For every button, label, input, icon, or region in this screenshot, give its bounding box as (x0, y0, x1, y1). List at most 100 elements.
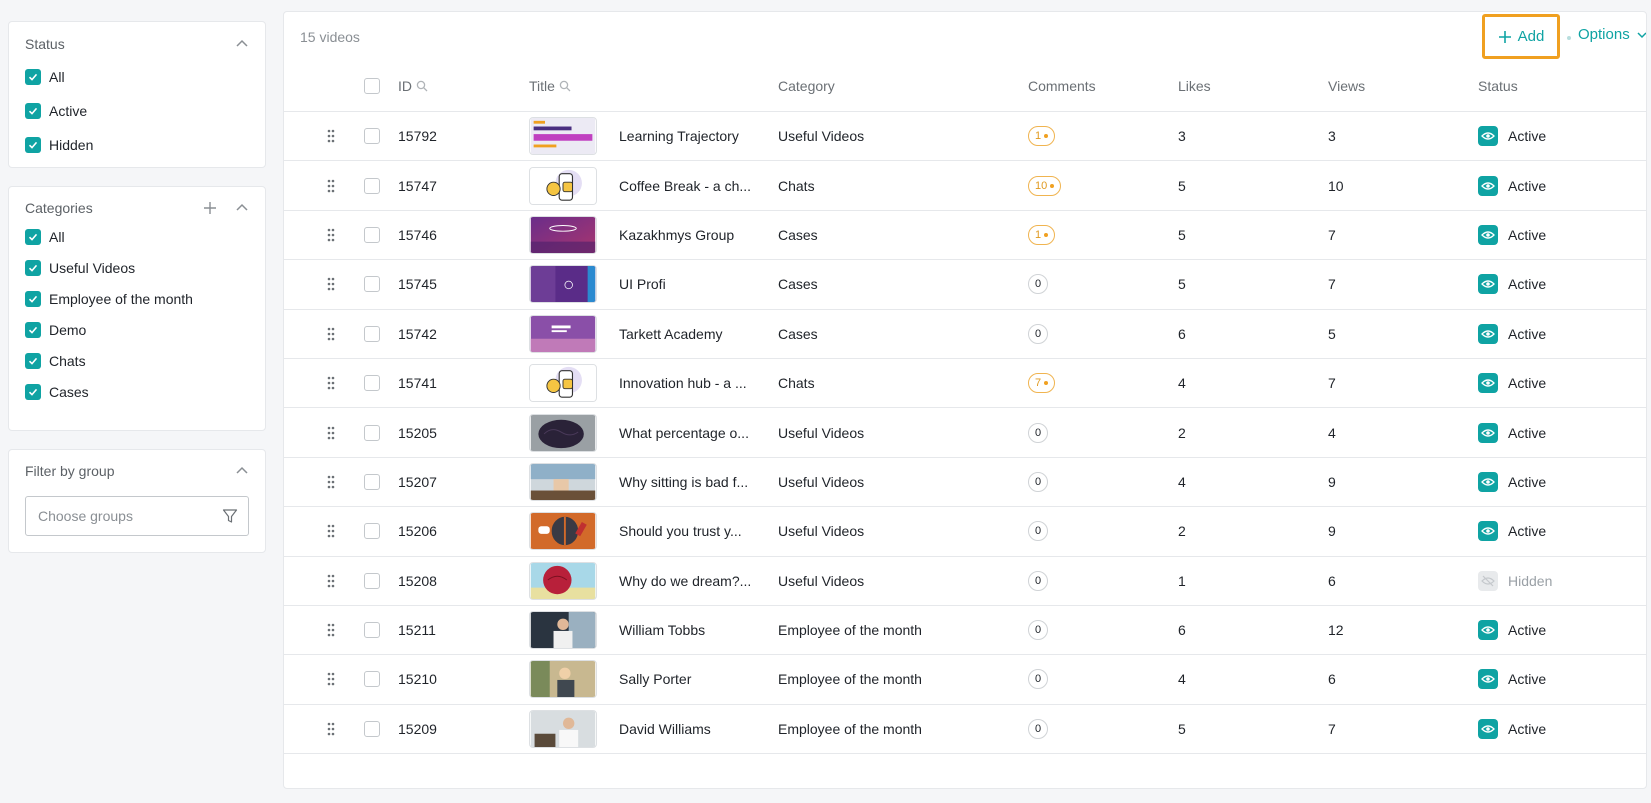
comments-badge[interactable]: 10 (1028, 175, 1062, 196)
row-checkbox[interactable] (364, 375, 380, 392)
header-views[interactable]: Views (1328, 78, 1478, 94)
comments-badge[interactable]: 0 (1028, 570, 1048, 591)
row-title[interactable]: What percentage o... (619, 425, 778, 441)
drag-handle[interactable] (284, 623, 364, 637)
comments-badge[interactable]: 0 (1028, 620, 1048, 641)
video-thumbnail[interactable] (529, 215, 597, 254)
category-option[interactable]: Employee of the month (9, 283, 265, 314)
category-checkbox[interactable] (25, 352, 41, 369)
status-checkbox[interactable] (25, 69, 41, 85)
comments-badge[interactable]: 7 (1028, 373, 1056, 394)
chevron-up-icon[interactable] (235, 464, 249, 478)
status-option[interactable]: Active (9, 94, 265, 128)
options-button[interactable]: Options (1578, 26, 1646, 43)
header-comments[interactable]: Comments (1028, 78, 1178, 94)
table-row[interactable]: 15741 Innovation hub - a ... Chats 7 4 7 Activ… (284, 359, 1646, 409)
comments-badge[interactable]: 1 (1028, 224, 1056, 245)
row-title[interactable]: Why sitting is bad f... (619, 474, 778, 490)
category-option[interactable]: Demo (9, 314, 265, 345)
row-title[interactable]: Innovation hub - a ... (619, 375, 778, 391)
category-option[interactable]: Chats (9, 345, 265, 376)
table-row[interactable]: 15206 Should you trust y... Useful Videos 0… (284, 507, 1646, 557)
status-option[interactable]: All (9, 60, 265, 94)
drag-handle[interactable] (284, 426, 364, 440)
row-checkbox[interactable] (364, 622, 380, 639)
drag-handle[interactable] (284, 327, 364, 341)
row-title[interactable]: UI Profi (619, 276, 778, 292)
table-row[interactable]: 15208 Why do we dream?... Useful Videos 0 1 6… (284, 557, 1646, 606)
row-title[interactable]: Should you trust y... (619, 523, 778, 539)
row-title[interactable]: Tarkett Academy (619, 326, 778, 342)
status-checkbox[interactable] (25, 103, 41, 119)
eye-icon[interactable] (1478, 373, 1498, 394)
category-checkbox[interactable] (25, 228, 41, 245)
row-title[interactable]: Sally Porter (619, 671, 778, 687)
row-title[interactable]: Kazakhmys Group (619, 227, 778, 243)
comments-badge[interactable]: 0 (1028, 323, 1048, 344)
chevron-up-icon[interactable] (235, 37, 249, 51)
category-option[interactable]: Cases (9, 376, 265, 407)
row-title[interactable]: Why do we dream?... (619, 573, 778, 589)
row-checkbox[interactable] (364, 177, 380, 194)
video-thumbnail[interactable] (529, 512, 597, 551)
video-thumbnail[interactable] (529, 314, 597, 353)
row-title[interactable]: William Tobbs (619, 622, 778, 638)
status-option[interactable]: Hidden (9, 128, 265, 162)
table-row[interactable]: 15210 Sally Porter Employee of the month 0 4… (284, 655, 1646, 705)
category-option[interactable]: All (9, 221, 265, 252)
drag-handle[interactable] (284, 722, 364, 736)
row-checkbox[interactable] (364, 523, 380, 540)
comments-badge[interactable]: 0 (1028, 669, 1048, 690)
video-thumbnail[interactable] (529, 265, 597, 304)
video-thumbnail[interactable] (529, 561, 597, 600)
eye-icon[interactable] (1478, 521, 1498, 542)
category-checkbox[interactable] (25, 383, 41, 400)
table-row[interactable]: 15207 Why sitting is bad f... Useful Video… (284, 458, 1646, 508)
comments-badge[interactable]: 0 (1028, 274, 1048, 295)
row-checkbox[interactable] (364, 473, 380, 490)
chevron-up-icon[interactable] (235, 201, 249, 215)
row-title[interactable]: Learning Trajectory (619, 128, 778, 144)
row-checkbox[interactable] (364, 325, 380, 342)
drag-handle[interactable] (284, 277, 364, 291)
row-checkbox[interactable] (364, 128, 380, 145)
category-checkbox[interactable] (25, 290, 41, 307)
add-category-icon[interactable] (203, 201, 217, 215)
video-thumbnail[interactable] (529, 462, 597, 501)
table-row[interactable]: 15209 David Williams Employee of the month… (284, 705, 1646, 755)
video-thumbnail[interactable] (529, 364, 597, 403)
status-filter-header[interactable]: Status (9, 26, 265, 62)
row-checkbox[interactable] (364, 671, 380, 688)
row-checkbox[interactable] (364, 276, 380, 293)
video-thumbnail[interactable] (529, 709, 597, 748)
table-row[interactable]: 15745 UI Profi Cases 0 5 7 Active (284, 260, 1646, 310)
category-option[interactable]: Useful Videos (9, 252, 265, 283)
header-id[interactable]: ID (398, 78, 529, 94)
comments-badge[interactable]: 0 (1028, 422, 1048, 443)
drag-handle[interactable] (284, 376, 364, 390)
eye-icon[interactable] (1478, 422, 1498, 443)
header-status[interactable]: Status (1478, 78, 1628, 94)
row-title[interactable]: Coffee Break - a ch... (619, 178, 778, 194)
group-filter-header[interactable]: Filter by group (9, 458, 265, 484)
row-checkbox[interactable] (364, 424, 380, 441)
eye-icon[interactable] (1478, 175, 1498, 196)
eye-icon[interactable] (1478, 126, 1498, 147)
video-thumbnail[interactable] (529, 611, 597, 650)
video-thumbnail[interactable] (529, 166, 597, 205)
table-row[interactable]: 15205 What percentage o... Useful Videos 0 2… (284, 408, 1646, 458)
header-category[interactable]: Category (778, 78, 1028, 94)
drag-handle[interactable] (284, 475, 364, 489)
drag-handle[interactable] (284, 524, 364, 538)
table-row[interactable]: 15742 Tarkett Academy Cases 0 6 5 Active (284, 310, 1646, 359)
eye-off-icon[interactable] (1478, 570, 1498, 591)
table-row[interactable]: 15792 Learning Trajectory Useful Videos 1 3 3… (284, 112, 1646, 162)
eye-icon[interactable] (1478, 323, 1498, 344)
row-checkbox[interactable] (364, 720, 380, 737)
drag-handle[interactable] (284, 228, 364, 242)
select-all-checkbox[interactable] (364, 77, 380, 94)
search-icon[interactable] (416, 80, 428, 92)
comments-badge[interactable]: 0 (1028, 521, 1048, 542)
drag-handle[interactable] (284, 672, 364, 686)
eye-icon[interactable] (1478, 274, 1498, 295)
